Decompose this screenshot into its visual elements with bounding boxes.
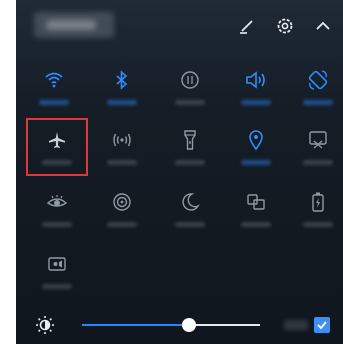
tile-battery-saver[interactable] (292, 184, 343, 240)
collapse-chevron-up-icon[interactable] (309, 12, 337, 40)
brightness-sun-icon (34, 314, 56, 336)
edit-icon[interactable] (233, 12, 261, 40)
tile-auto-rotate[interactable] (292, 62, 343, 118)
tile-bluetooth[interactable] (96, 62, 148, 118)
battery-saver-icon (306, 190, 330, 214)
brightness-slider[interactable] (82, 318, 260, 332)
checkmark-icon (317, 321, 327, 330)
tile-screenshot[interactable] (292, 122, 343, 178)
hotspot-icon (110, 128, 134, 152)
auto-rotate-icon (306, 68, 330, 92)
tile-sound[interactable] (230, 62, 282, 118)
tile-screen-recorder[interactable] (31, 246, 83, 302)
tile-hotspot[interactable] (96, 122, 148, 178)
tile-wifi[interactable] (28, 62, 80, 118)
tile-do-not-disturb[interactable] (164, 184, 216, 240)
airplane-mode-highlight (26, 118, 88, 176)
tile-flashlight[interactable] (164, 122, 216, 178)
do-not-disturb-moon-icon (178, 190, 202, 214)
tile-mobile-data[interactable] (164, 62, 216, 118)
settings-gear-icon[interactable] (271, 12, 299, 40)
tile-location[interactable] (230, 122, 282, 178)
mobile-data-icon (178, 68, 202, 92)
status-date-blurred (46, 20, 96, 30)
auto-brightness-checkbox[interactable] (314, 317, 330, 333)
screenshot-icon (306, 128, 330, 152)
bluetooth-icon (110, 68, 134, 92)
screen-recorder-icon (45, 252, 69, 276)
brightness-row (16, 306, 343, 344)
tile-eye-comfort[interactable] (31, 184, 83, 240)
huawei-share-icon (110, 190, 134, 214)
tile-screen-mirror[interactable] (230, 184, 282, 240)
wifi-icon (42, 68, 66, 92)
quick-settings-panel (16, 0, 343, 344)
screen-mirror-icon (244, 190, 268, 214)
auto-brightness-label-blurred (284, 320, 308, 330)
tile-huawei-share[interactable] (96, 184, 148, 240)
location-icon (244, 128, 268, 152)
eye-comfort-icon (45, 190, 69, 214)
header-actions (233, 12, 337, 40)
brightness-slider-fill (82, 324, 189, 326)
brightness-slider-thumb[interactable] (181, 318, 196, 332)
sound-icon (244, 68, 268, 92)
flashlight-icon (178, 128, 202, 152)
